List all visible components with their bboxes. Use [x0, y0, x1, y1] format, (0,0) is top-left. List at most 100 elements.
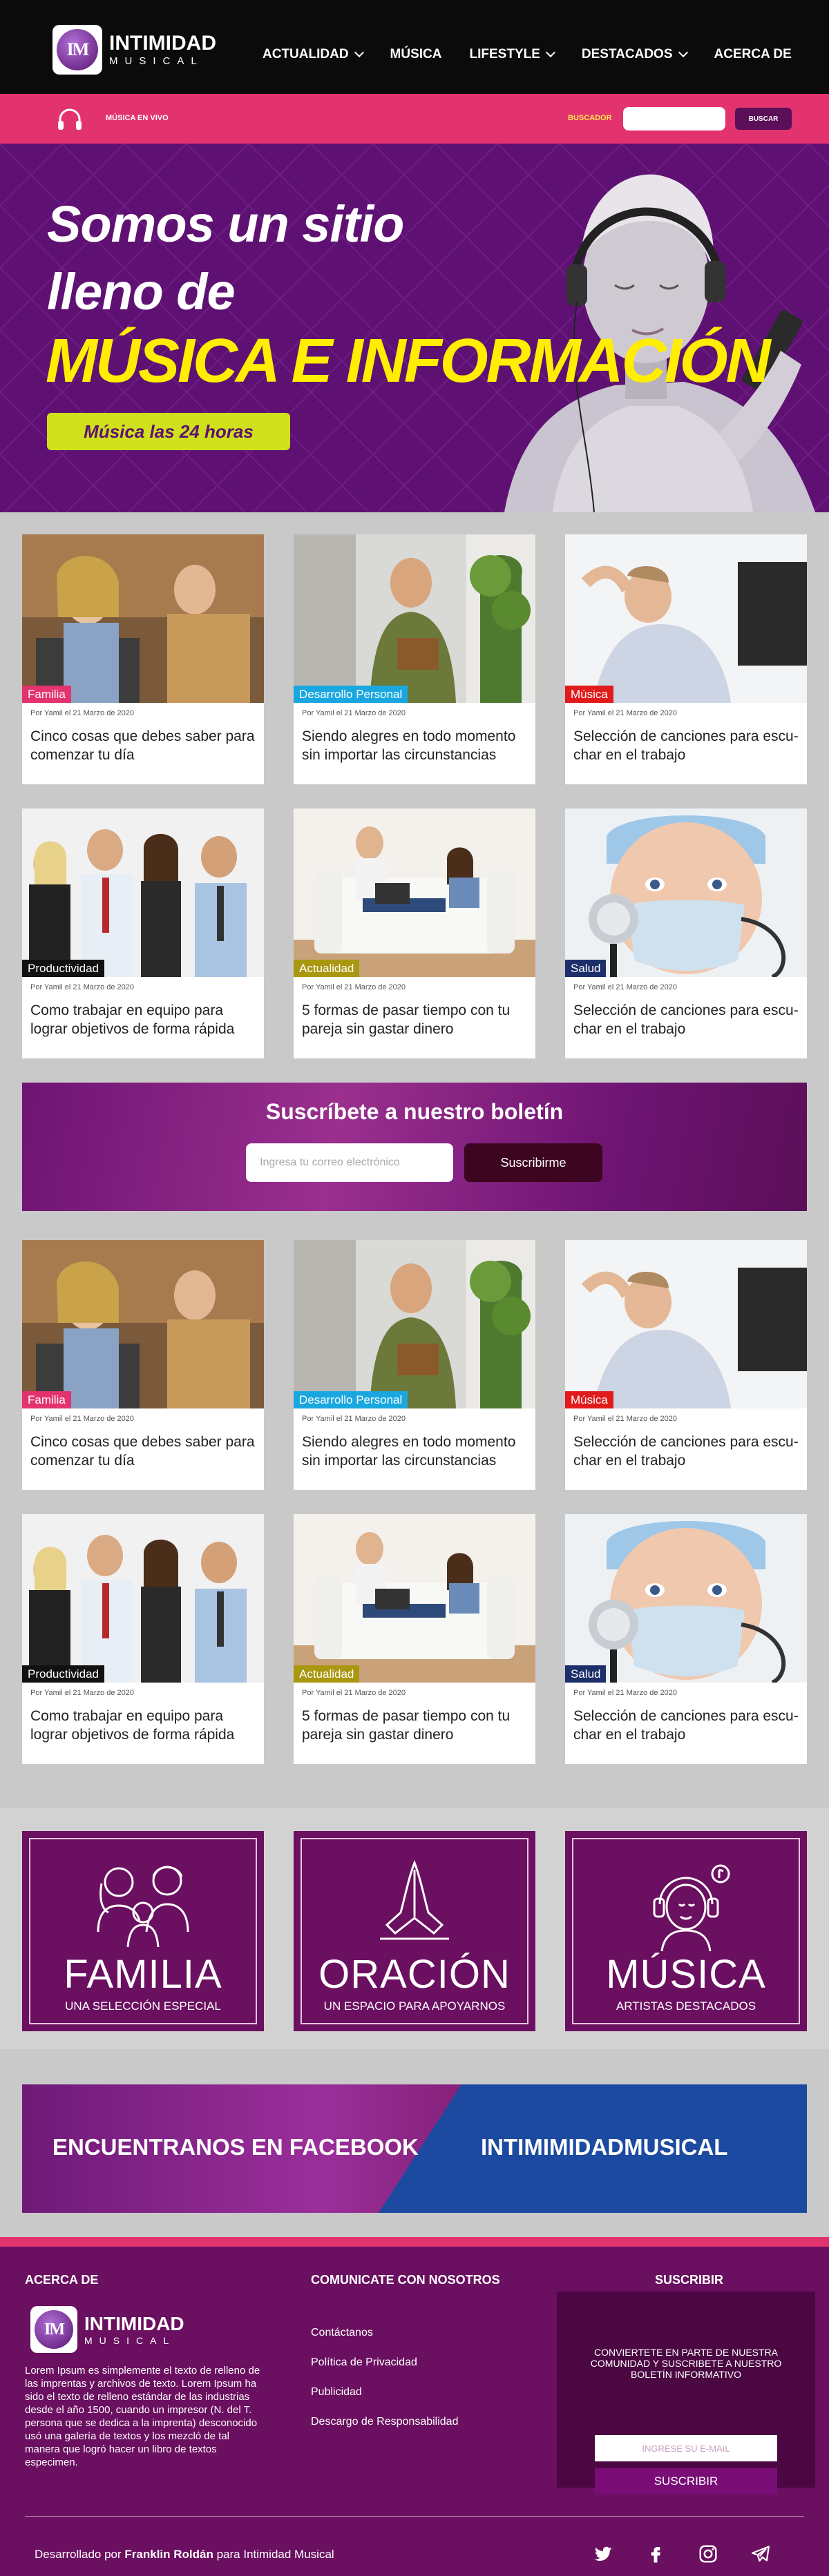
category-tag[interactable]: Productividad [22, 960, 105, 977]
article-title[interactable]: Cinco cosas que debes saber para comenza… [30, 1433, 256, 1470]
article-image[interactable]: Familia [22, 534, 264, 703]
category-familia[interactable]: FAMILIA UNA SELECCIÓN ESPECIAL [22, 1831, 264, 2031]
instagram-icon[interactable] [698, 2544, 718, 2564]
credit-author[interactable]: Franklin Roldán [124, 2548, 213, 2561]
article-card[interactable]: Música Por Yamil el 21 Marzo de 2020 Selec… [565, 1240, 807, 1490]
article-title[interactable]: Cinco cosas que debes saber para comenza… [30, 727, 256, 764]
hero-banner: Somos un sitio lleno de MÚSICA E INFORMA… [0, 144, 829, 512]
site-logo[interactable]: IM INTIMIDAD MUSICAL [53, 25, 216, 75]
footer-logo-badge: IM [30, 2306, 77, 2353]
category-tag[interactable]: Desarrollo Personal [294, 1391, 408, 1408]
category-tag[interactable]: Salud [565, 1665, 607, 1683]
category-tag[interactable]: Familia [22, 1391, 71, 1408]
article-card[interactable]: Música Por Yamil el 21 Marzo de 2020 Selec… [565, 534, 807, 784]
article-card[interactable]: Desarrollo Personal Por Yamil el 21 Marzo… [294, 534, 535, 784]
article-image[interactable]: Desarrollo Personal [294, 1240, 535, 1408]
article-photo [294, 1240, 535, 1408]
footer: ACERCA DE IM INTIMIDAD MUSICAL Lorem Ips… [0, 2237, 829, 2576]
article-title[interactable]: 5 formas de pasar tiempo con tu pareja s… [302, 1001, 527, 1038]
article-title[interactable]: Selección de canciones para escu-char en… [573, 1707, 799, 1744]
footer-link-privacy[interactable]: Política de Privacidad [311, 2356, 417, 2369]
category-tag[interactable]: Música [565, 686, 613, 703]
facebook-banner[interactable]: ENCUENTRANOS EN FACEBOOK INTIMIMIDADMUSI… [22, 2084, 807, 2213]
article-image[interactable]: Productividad [22, 1514, 264, 1683]
nav-item-actualidad[interactable]: ACTUALIDAD [263, 47, 364, 62]
category-oracion[interactable]: ORACIÓN UN ESPACIO PARA APOYARNOS [294, 1831, 535, 2031]
article-meta: Por Yamil el 21 Marzo de 2020 [573, 1689, 678, 1697]
category-tag[interactable]: Desarrollo Personal [294, 686, 408, 703]
telegram-icon[interactable] [750, 2544, 771, 2564]
article-card[interactable]: Productividad Por Yamil el 21 Marzo de 20… [22, 1514, 264, 1764]
article-title[interactable]: Como trabajar en equipo para lograr obje… [30, 1707, 256, 1744]
category-tag[interactable]: Salud [565, 960, 607, 977]
twitter-icon[interactable] [593, 2544, 613, 2564]
nav-item-lifestyle[interactable]: LIFESTYLE [470, 47, 555, 62]
category-tag[interactable]: Actualidad [294, 960, 360, 977]
article-card[interactable]: Actualidad Por Yamil el 21 Marzo de 2020 5… [294, 808, 535, 1058]
article-image[interactable]: Actualidad [294, 808, 535, 977]
article-card[interactable]: Desarrollo Personal Por Yamil el 21 Marzo… [294, 1240, 535, 1490]
headphones-icon[interactable] [57, 108, 83, 131]
article-photo [22, 1514, 264, 1683]
article-card[interactable]: Salud Por Yamil el 21 Marzo de 2020 Selecc… [565, 808, 807, 1058]
article-meta: Por Yamil el 21 Marzo de 2020 [302, 709, 406, 717]
logo-text: INTIMIDAD MUSICAL [109, 33, 216, 67]
category-tag[interactable]: Actualidad [294, 1665, 360, 1683]
footer-logo[interactable]: IM INTIMIDAD MUSICAL [30, 2306, 184, 2353]
article-card[interactable]: Familia Por Yamil el 21 Marzo de 2020 Cinc… [22, 534, 264, 784]
footer-link-disclaimer[interactable]: Descargo de Responsabilidad [311, 2416, 458, 2428]
article-card[interactable]: Familia Por Yamil el 21 Marzo de 2020 Cinc… [22, 1240, 264, 1490]
search-button[interactable]: BUSCAR [735, 108, 792, 130]
article-image[interactable]: Actualidad [294, 1514, 535, 1683]
article-card[interactable]: Salud Por Yamil el 21 Marzo de 2020 Selecc… [565, 1514, 807, 1764]
article-image[interactable]: Música [565, 1240, 807, 1408]
newsletter-email-input[interactable] [246, 1143, 453, 1182]
footer-logo-mark: IM [35, 2310, 73, 2349]
article-image[interactable]: Salud [565, 808, 807, 977]
article-image[interactable]: Salud [565, 1514, 807, 1683]
nav-item-m-sica[interactable]: MÚSICA [390, 47, 442, 62]
footer-about-heading: ACERCA DE [25, 2273, 99, 2287]
category-subtitle: UNA SELECCIÓN ESPECIAL [65, 1999, 221, 2013]
footer-link-advertising[interactable]: Publicidad [311, 2386, 362, 2399]
article-title[interactable]: Como trabajar en equipo para lograr obje… [30, 1001, 256, 1038]
footer-logo-subtitle: MUSICAL [84, 2334, 176, 2346]
article-card[interactable]: Productividad Por Yamil el 21 Marzo de 20… [22, 808, 264, 1058]
category-tag[interactable]: Familia [22, 686, 71, 703]
category-tag[interactable]: Música [565, 1391, 613, 1408]
article-grid-bottom: Familia Por Yamil el 21 Marzo de 2020 Cinc… [22, 1240, 807, 1764]
family-icon [97, 1866, 189, 1948]
footer-email-input[interactable] [595, 2435, 777, 2461]
article-title[interactable]: 5 formas de pasar tiempo con tu pareja s… [302, 1707, 527, 1744]
article-image[interactable]: Música [565, 534, 807, 703]
footer-logo-title: INTIMIDAD [84, 2312, 184, 2334]
article-title[interactable]: Siendo alegres en todo momento sin impor… [302, 1433, 527, 1470]
article-title[interactable]: Selección de canciones para escu-char en… [573, 1433, 799, 1470]
category-title: MÚSICA [606, 1952, 766, 1997]
top-navigation: IM INTIMIDAD MUSICAL ACTUALIDAD MÚSICA LIF… [0, 0, 829, 94]
article-card[interactable]: Actualidad Por Yamil el 21 Marzo de 2020 5… [294, 1514, 535, 1764]
article-image[interactable]: Desarrollo Personal [294, 534, 535, 703]
article-title[interactable]: Siendo alegres en todo momento sin impor… [302, 727, 527, 764]
nav-item-label: ACTUALIDAD [263, 47, 349, 61]
search-input[interactable] [623, 107, 725, 130]
article-title[interactable]: Selección de canciones para escu-char en… [573, 727, 799, 764]
headphones-girl-icon [653, 1864, 730, 1952]
category-tag[interactable]: Productividad [22, 1665, 105, 1683]
newsletter-subscribe-button[interactable]: Suscribirme [464, 1143, 602, 1182]
article-meta: Por Yamil el 21 Marzo de 2020 [302, 1689, 406, 1697]
article-title[interactable]: Selección de canciones para escu-char en… [573, 1001, 799, 1038]
footer-subscribe-button[interactable]: SUSCRIBIR [595, 2468, 777, 2495]
praying-hands-icon [380, 1859, 449, 1940]
logo-subtitle: MUSICAL [109, 55, 204, 67]
nav-item-destacados[interactable]: DESTACADOS [582, 47, 688, 62]
article-image[interactable]: Productividad [22, 808, 264, 977]
footer-link-contact[interactable]: Contáctanos [311, 2327, 373, 2339]
hero-cta-button[interactable]: Música las 24 horas [47, 413, 290, 450]
article-image[interactable]: Familia [22, 1240, 264, 1408]
category-musica[interactable]: MÚSICA ARTISTAS DESTACADOS [565, 1831, 807, 2031]
live-music-link[interactable]: MÚSICA EN VIVO [106, 114, 169, 122]
nav-item-acerca-de[interactable]: ACERCA DE [714, 47, 792, 62]
facebook-icon[interactable] [645, 2544, 666, 2564]
chevron-down-icon [545, 47, 555, 58]
